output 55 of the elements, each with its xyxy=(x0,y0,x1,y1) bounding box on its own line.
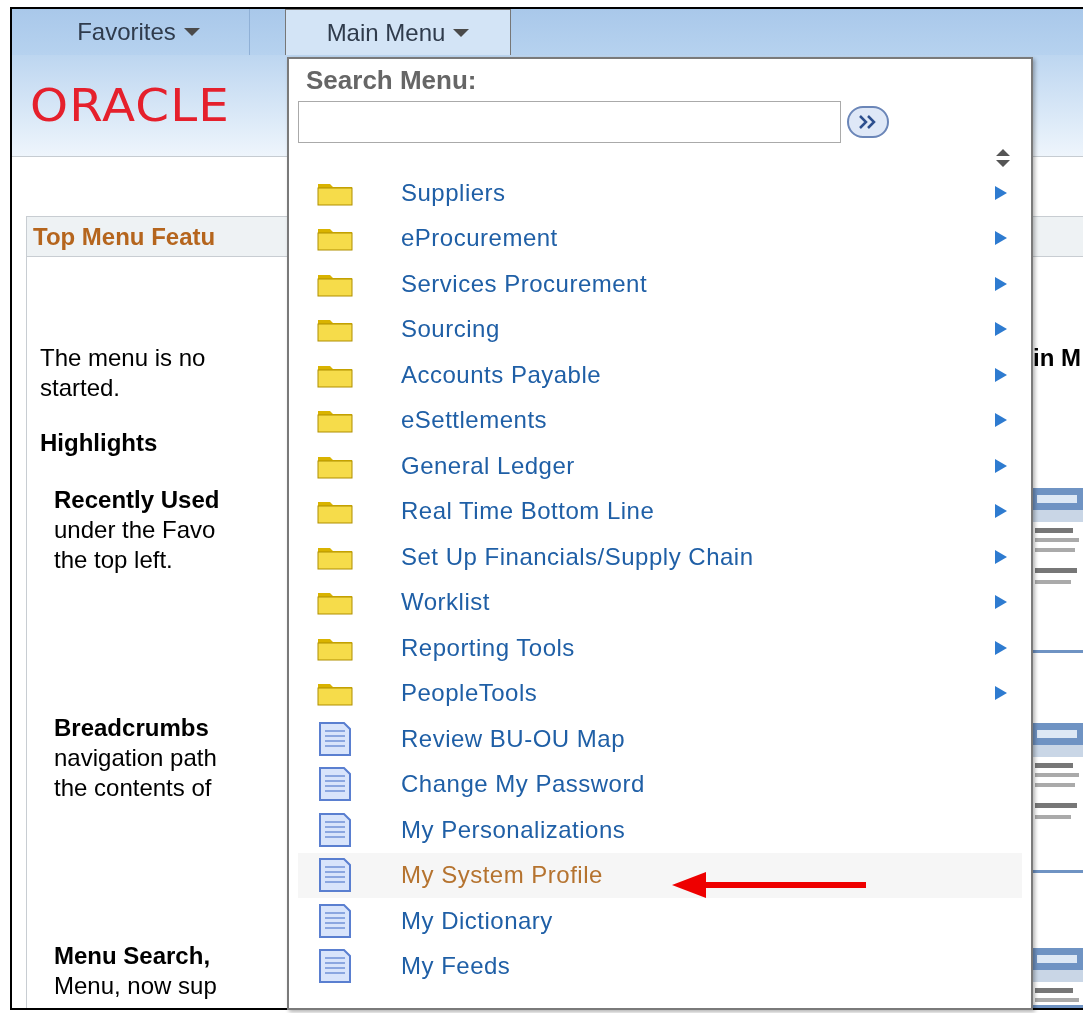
menu-item[interactable]: eSettlements xyxy=(298,397,1022,443)
submenu-arrow-icon xyxy=(995,231,1007,246)
menu-item[interactable]: My Feeds xyxy=(298,943,1022,989)
menu-item[interactable]: eProcurement xyxy=(298,215,1022,261)
document-icon xyxy=(317,948,353,985)
panel-title: Top Menu Featu xyxy=(33,221,216,252)
menu-item[interactable]: Set Up Financials/Supply Chain xyxy=(298,534,1022,580)
submenu-arrow-icon xyxy=(995,458,1007,473)
document-icon xyxy=(317,902,353,939)
intro-text: The menu is no started. xyxy=(40,343,207,403)
menu-item[interactable]: Change My Password xyxy=(298,761,1022,807)
feature-title: Menu Search, xyxy=(54,941,212,971)
menu-item[interactable]: My System Profile xyxy=(298,852,1022,898)
document-icon xyxy=(317,766,353,803)
submenu-arrow-icon xyxy=(995,504,1007,519)
search-field[interactable] xyxy=(298,101,841,143)
menu-item[interactable]: Reporting Tools xyxy=(298,625,1022,671)
menu-item[interactable]: Worklist xyxy=(298,579,1022,625)
menu-item[interactable]: My Personalizations xyxy=(298,807,1022,853)
document-icon xyxy=(317,857,353,894)
submenu-arrow-icon xyxy=(995,549,1007,564)
double-chevron-icon xyxy=(858,115,878,129)
cut-heading: in M xyxy=(1033,343,1082,373)
submenu-arrow-icon xyxy=(995,185,1007,200)
menu-item[interactable]: General Ledger xyxy=(298,443,1022,489)
document-icon xyxy=(317,720,353,757)
feature-description: navigation path the contents of xyxy=(54,743,218,803)
section-heading: Highlights xyxy=(40,428,159,458)
submenu-arrow-icon xyxy=(995,367,1007,382)
caret-icon xyxy=(183,28,200,37)
feature-description: under the Favo the top left. xyxy=(54,515,217,575)
menu-item[interactable]: Sourcing xyxy=(298,306,1022,352)
feature-description: Menu, now sup xyxy=(54,971,218,1001)
feature-title: Recently Used xyxy=(54,485,221,515)
search-label: Search Menu: xyxy=(306,65,478,95)
menu-item[interactable]: Accounts Payable xyxy=(298,352,1022,398)
submenu-arrow-icon xyxy=(995,640,1007,655)
feature-title: Breadcrumbs xyxy=(54,713,210,743)
submenu-arrow-icon xyxy=(995,276,1007,291)
submenu-arrow-icon xyxy=(995,413,1007,428)
sort-icon[interactable] xyxy=(994,148,1012,168)
menu-tab[interactable]: Main Menu xyxy=(285,9,511,56)
submenu-arrow-icon xyxy=(995,595,1007,610)
submenu-arrow-icon xyxy=(995,686,1007,701)
submenu-arrow-icon xyxy=(995,322,1007,337)
menu-item[interactable]: PeopleTools xyxy=(298,670,1022,716)
menu-item[interactable]: Services Procurement xyxy=(298,261,1022,307)
document-icon xyxy=(317,811,353,848)
logo: ORACLE xyxy=(30,78,230,133)
caret-icon xyxy=(453,28,470,37)
menu-item[interactable]: Real Time Bottom Line xyxy=(298,488,1022,534)
menu-item[interactable]: My Dictionary xyxy=(298,898,1022,944)
menu-item[interactable]: Review BU-OU Map xyxy=(298,716,1022,762)
menu-item[interactable]: Suppliers xyxy=(298,170,1022,216)
search-button[interactable] xyxy=(847,106,889,138)
